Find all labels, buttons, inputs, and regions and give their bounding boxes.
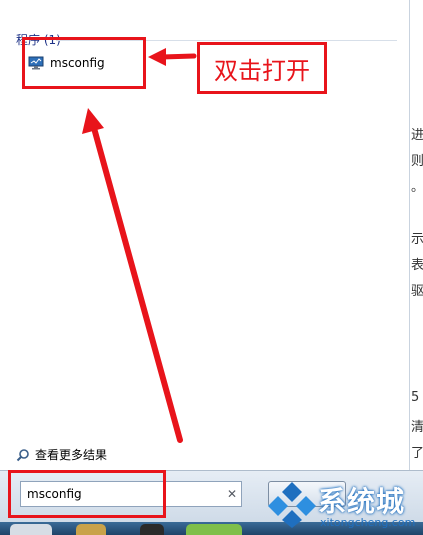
taskbar-button[interactable] [10, 524, 52, 535]
annotation-box-result [22, 37, 146, 89]
fragment-char: 进 [411, 128, 423, 143]
watermark-title: 系统城 [318, 485, 406, 518]
fragment-char: 驱 [411, 284, 423, 299]
watermark-subtitle: xitongcheng.com [320, 516, 416, 529]
fragment-char: 则 [411, 154, 423, 169]
taskbar-button[interactable] [140, 524, 164, 535]
annotation-box-search [8, 470, 166, 518]
fragment-char: 。 [411, 180, 423, 195]
fragment-char: 表 [411, 258, 423, 273]
magnifier-icon [16, 448, 30, 462]
taskbar-button[interactable] [186, 524, 242, 535]
watermark-logo-icon [268, 482, 316, 528]
clear-icon[interactable]: ✕ [223, 487, 241, 501]
fragment-char: 了 [411, 446, 423, 461]
watermark: 系统城 xitongcheng.com [268, 476, 423, 535]
fragment-char: 清 [411, 420, 423, 435]
see-more-results-link[interactable]: 查看更多结果 [16, 446, 107, 463]
fragment-char: 示的 [411, 232, 423, 247]
background-page-fragment: 进 则 。 示的 表 驱 5 清 了 [411, 0, 423, 470]
see-more-label: 查看更多结果 [35, 448, 108, 462]
annotation-callout: 双击打开 [197, 42, 327, 94]
taskbar-button[interactable] [76, 524, 106, 535]
fragment-char: 5 [411, 390, 420, 405]
